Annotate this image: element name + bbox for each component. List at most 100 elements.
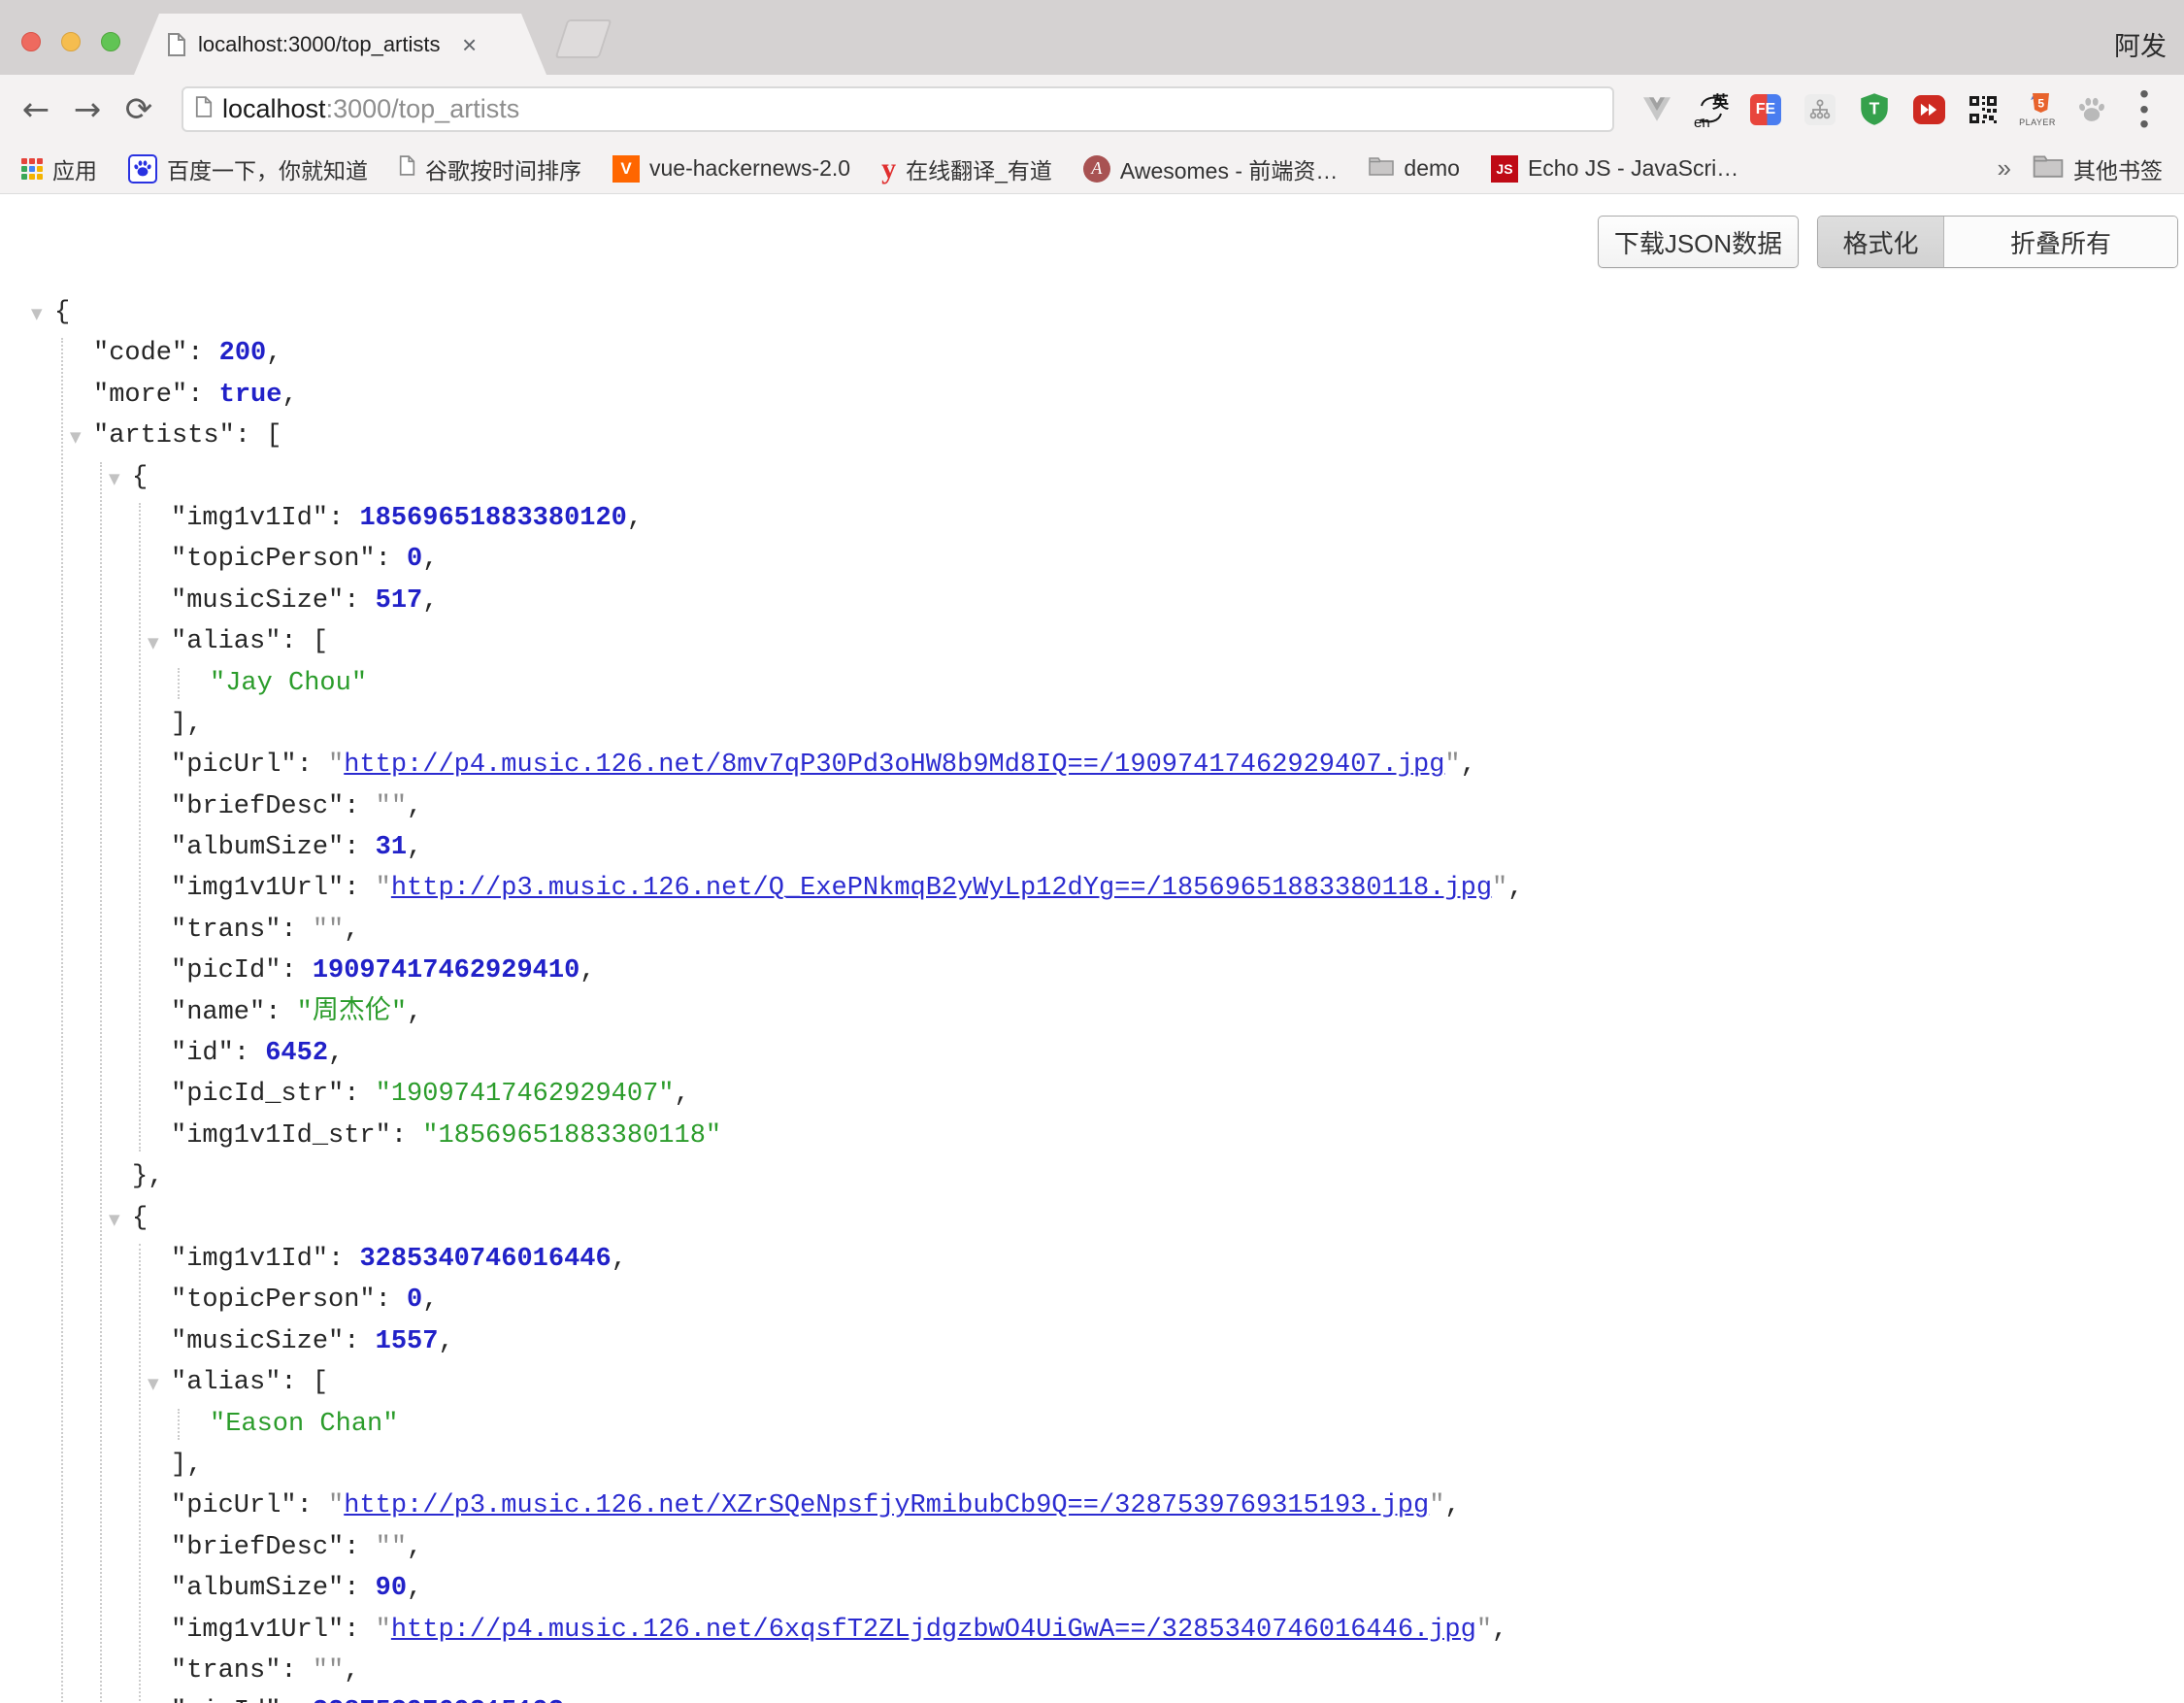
download-json-button[interactable]: 下载JSON数据 <box>1598 216 1799 268</box>
json-viewer-actions: 下载JSON数据 格式化 折叠所有 <box>1598 216 2178 268</box>
json-token: "alias" <box>171 627 281 656</box>
other-bookmarks[interactable]: 其他书签 <box>2033 152 2163 185</box>
json-token: , <box>564 1697 579 1703</box>
json-token: ], <box>171 1451 202 1480</box>
json-token: , <box>407 792 422 821</box>
video-speed-icon[interactable] <box>1911 90 1946 129</box>
json-line: "name": "周杰伦", <box>0 992 2184 1033</box>
format-button[interactable]: 格式化 <box>1818 217 1944 267</box>
tab-close-icon[interactable]: × <box>462 32 477 57</box>
bookmark-apps[interactable]: 应用 <box>21 152 97 185</box>
sitemap-extension-icon[interactable] <box>1803 90 1837 129</box>
toolbar: ← → ⟳ localhost:3000/top_artists 英 en FE… <box>0 75 2184 144</box>
json-token: " <box>1444 751 1460 780</box>
json-token: : <box>281 1697 312 1703</box>
json-link[interactable]: http://p4.music.126.net/6xqsfT2ZLjdgzbwO… <box>391 1616 1476 1645</box>
json-line: }, <box>0 1156 2184 1197</box>
collapse-toggle-icon[interactable]: ▼ <box>109 458 120 499</box>
json-token: : <box>234 1039 265 1068</box>
json-line: "code": 200, <box>0 333 2184 374</box>
collapse-all-button[interactable]: 折叠所有 <box>1944 217 2177 267</box>
qr-code-icon[interactable] <box>1966 90 2001 129</box>
html5-player-icon[interactable]: 5 PLAYER <box>2020 90 2055 129</box>
titlebar: localhost:3000/top_artists × 阿发 <box>0 0 2184 75</box>
bookmark-google-sort[interactable]: 谷歌按时间排序 <box>399 152 581 185</box>
json-line: "trans": "", <box>0 1651 2184 1691</box>
json-token: : <box>376 545 407 574</box>
collapse-toggle-icon[interactable]: ▼ <box>70 417 82 457</box>
bookmark-folder-demo[interactable]: demo <box>1369 155 1460 182</box>
json-token: : [ <box>281 1368 328 1397</box>
json-token: : <box>344 1533 375 1562</box>
json-token: : <box>344 874 375 903</box>
echojs-icon: JS <box>1491 155 1518 183</box>
json-token: "albumSize" <box>171 1574 344 1603</box>
new-tab-button[interactable] <box>555 19 612 58</box>
back-button[interactable]: ← <box>17 90 54 129</box>
json-token: , <box>422 1286 438 1315</box>
json-token: : <box>328 504 359 533</box>
bookmark-echojs[interactable]: JS Echo JS - JavaScri… <box>1491 155 1738 183</box>
json-token: 0 <box>407 545 422 574</box>
awesomes-icon: A <box>1083 155 1110 183</box>
collapse-toggle-icon[interactable]: ▼ <box>31 293 43 334</box>
json-token: "picId_str" <box>171 1080 344 1109</box>
translate-icon[interactable]: 英 en <box>1694 90 1729 129</box>
bookmark-vue-hackernews[interactable]: V vue-hackernews-2.0 <box>612 155 850 183</box>
bookmark-label: vue-hackernews-2.0 <box>649 155 850 182</box>
json-token: "Eason Chan" <box>210 1410 398 1439</box>
collapse-toggle-icon[interactable]: ▼ <box>109 1199 120 1240</box>
json-link[interactable]: http://p3.music.126.net/Q_ExePNkmqB2yWyL… <box>391 874 1492 903</box>
vue-devtools-icon[interactable] <box>1639 90 1674 129</box>
json-token: : <box>328 1245 359 1274</box>
json-line: "picId": 3287539769315193, <box>0 1691 2184 1703</box>
json-line: "picId": 19097417462929410, <box>0 951 2184 991</box>
tab-title: localhost:3000/top_artists <box>198 32 460 57</box>
json-token: , <box>422 545 438 574</box>
close-window-icon[interactable] <box>21 32 41 51</box>
paw-extension-icon[interactable] <box>2074 90 2109 129</box>
json-token: : <box>281 1656 312 1686</box>
json-line: "briefDesc": "", <box>0 786 2184 827</box>
address-bar[interactable]: localhost:3000/top_artists <box>182 86 1614 132</box>
folder-icon <box>2033 154 2064 184</box>
json-token: "picUrl" <box>171 751 297 780</box>
collapse-toggle-icon[interactable]: ▼ <box>148 622 159 663</box>
json-line: ▼{ <box>0 457 2184 498</box>
json-token: , <box>612 1245 627 1274</box>
bookmarks-overflow-icon[interactable]: » <box>1998 153 2011 184</box>
reload-button[interactable]: ⟳ <box>120 90 157 129</box>
profile-name[interactable]: 阿发 <box>2114 25 2167 63</box>
json-line: ▼"alias": [ <box>0 1362 2184 1403</box>
url-host: localhost <box>222 94 326 123</box>
bookmark-label: 应用 <box>52 152 97 185</box>
json-token: " <box>1429 1491 1444 1520</box>
indent-guide <box>139 1244 141 1703</box>
browser-menu-icon[interactable]: ••• <box>2134 86 2154 131</box>
json-token: "musicSize" <box>171 1327 344 1356</box>
fullscreen-window-icon[interactable] <box>101 32 120 51</box>
fe-extension-icon[interactable]: FE <box>1748 90 1783 129</box>
translate-cn-label: 英 <box>1712 88 1729 113</box>
json-line: "id": 6452, <box>0 1033 2184 1074</box>
forward-button[interactable]: → <box>69 90 106 129</box>
bookmark-awesomes[interactable]: A Awesomes - 前端资… <box>1083 152 1339 185</box>
json-token: , <box>438 1327 453 1356</box>
tampermonkey-shield-icon[interactable]: T <box>1857 90 1892 129</box>
json-link[interactable]: http://p3.music.126.net/XZrSQeNpsfjyRmib… <box>344 1491 1429 1520</box>
collapse-toggle-icon[interactable]: ▼ <box>148 1363 159 1404</box>
bookmark-baidu[interactable]: 百度一下，你就知道 <box>128 152 368 185</box>
bookmark-youdao[interactable]: y 在线翻译_有道 <box>881 152 1052 185</box>
json-line: ▼"alias": [ <box>0 621 2184 662</box>
other-bookmarks-label: 其他书签 <box>2073 152 2163 185</box>
minimize-window-icon[interactable] <box>61 32 81 51</box>
page-content: 下载JSON数据 格式化 折叠所有 ▼{"code": 200,"more": … <box>0 194 2184 1703</box>
json-line: "img1v1Id": 3285340746016446, <box>0 1239 2184 1280</box>
json-token: , <box>1492 1616 1507 1645</box>
json-link[interactable]: http://p4.music.126.net/8mv7qP30Pd3oHW8b… <box>344 751 1444 780</box>
browser-tab[interactable]: localhost:3000/top_artists × <box>134 14 546 75</box>
svg-text:5: 5 <box>2037 96 2044 110</box>
json-token: : <box>344 1080 375 1109</box>
json-token: ], <box>171 710 202 739</box>
json-line: "musicSize": 517, <box>0 581 2184 621</box>
